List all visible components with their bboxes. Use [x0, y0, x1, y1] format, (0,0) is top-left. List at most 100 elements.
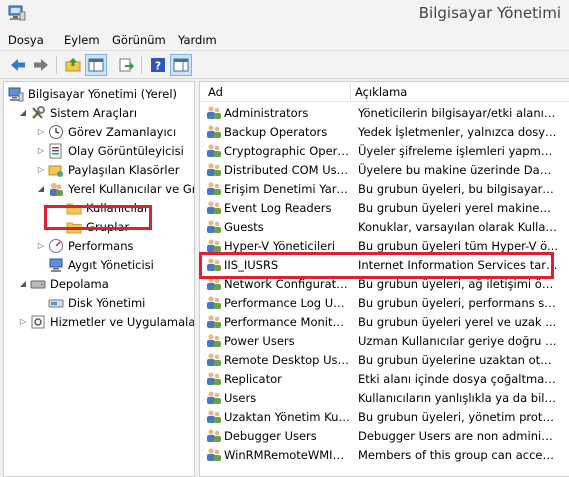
group-name: Power Users — [224, 333, 295, 348]
collapsed-arrow-icon[interactable]: ▷ — [36, 241, 46, 250]
collapsed-arrow-icon[interactable]: ▷ — [18, 317, 28, 326]
tree-item-performance[interactable]: ▷ Performans — [36, 236, 133, 255]
help-button[interactable]: ? — [147, 54, 169, 76]
group-description: Bu grubun üyeleri, bu bilgisayard... — [358, 181, 558, 196]
group-icon — [207, 448, 221, 461]
group-row[interactable]: Debugger Users Debugger Users are non adm… — [200, 426, 569, 445]
group-icon — [207, 296, 221, 309]
group-icon — [207, 125, 221, 138]
group-name: Users — [224, 390, 257, 405]
device-manager-icon — [49, 258, 63, 272]
group-icon — [207, 220, 221, 233]
tree-label: Disk Yönetimi — [68, 295, 146, 310]
tree-item-computer-management[interactable]: Bilgisayar Yönetimi (Yerel) — [8, 84, 177, 103]
forward-button[interactable] — [30, 54, 52, 76]
window-title: Bilgisayar Yönetimi — [418, 4, 561, 22]
event-viewer-icon — [49, 143, 62, 158]
groups-list: Ad Açıklama Administrators Yöneticilerin … — [199, 81, 569, 477]
group-description: Kullanıcıların yanlışlıkla ya da bile... — [358, 390, 558, 405]
show-hide-action-pane-button[interactable] — [170, 54, 192, 76]
group-row[interactable]: Erişim Denetimi Yardı... Bu grubun üyeler… — [200, 179, 569, 198]
column-header-name[interactable]: Ad — [208, 85, 223, 99]
group-icon — [207, 410, 221, 423]
menu-help[interactable]: Yardım — [178, 33, 217, 47]
tree-item-local-users-groups[interactable]: ◢ Yerel Kullanıcılar ve Gru — [36, 179, 194, 198]
export-list-button[interactable] — [115, 54, 137, 76]
tree-label: Görev Zamanlayıcı — [68, 124, 177, 139]
shared-folder-icon — [48, 165, 63, 177]
group-name: Uzaktan Yönetim Kull... — [224, 409, 350, 424]
tree-item-services-applications[interactable]: ▷ Hizmetler ve Uygulamalar — [18, 312, 194, 331]
show-hide-tree-button[interactable] — [85, 54, 107, 76]
menu-view[interactable]: Görünüm — [112, 33, 166, 47]
group-icon — [207, 334, 221, 347]
group-row[interactable]: Performance Monitor ... Bu grubun üyeleri… — [200, 312, 569, 331]
group-name: Performance Log Users — [224, 295, 350, 310]
tree-label: Performans — [68, 238, 134, 253]
help-icon: ? — [151, 58, 165, 73]
group-row[interactable]: Cryptographic Operat... Üyeler şifreleme … — [200, 141, 569, 160]
group-icon — [207, 239, 221, 252]
group-row[interactable]: WinRMRemoteWMIU... Members of this group … — [200, 445, 569, 464]
tools-icon — [32, 105, 45, 119]
tree-item-system-tools[interactable]: ◢ Sistem Araçları — [18, 103, 137, 122]
group-name: Backup Operators — [224, 124, 328, 139]
group-row[interactable]: Backup Operators Yedek İşletmenler, yalnı… — [200, 122, 569, 141]
group-row[interactable]: Replicator Etki alanı içinde dosya çoğalt… — [200, 369, 569, 388]
back-button[interactable] — [7, 54, 29, 76]
action-pane-icon — [173, 58, 189, 72]
group-name: Performance Monitor ... — [224, 314, 350, 329]
group-name: Distributed COM Users — [224, 162, 350, 177]
group-row[interactable]: Power Users Uzman Kullanıcılar geriye doğ… — [200, 331, 569, 350]
tree-item-task-scheduler[interactable]: ▷ Görev Zamanlayıcı — [36, 122, 176, 141]
expanded-arrow-icon[interactable]: ◢ — [18, 279, 28, 288]
toolbar: ? — [0, 51, 569, 79]
group-row[interactable]: Uzaktan Yönetim Kull... Bu grubun üyeleri… — [200, 407, 569, 426]
collapsed-arrow-icon[interactable]: ▷ — [36, 165, 46, 174]
tree-label: Bilgisayar Yönetimi (Yerel) — [28, 86, 177, 101]
group-name: Guests — [224, 219, 264, 234]
expanded-arrow-icon[interactable]: ◢ — [18, 108, 28, 117]
clock-icon — [49, 124, 63, 139]
group-row[interactable]: Users Kullanıcıların yanlışlıkla ya da bi… — [200, 388, 569, 407]
tree-label: Depolama — [50, 276, 109, 291]
export-icon — [119, 58, 134, 72]
group-description: Etki alanı içinde dosya çoğaltması... — [358, 371, 558, 386]
group-icon — [207, 182, 221, 195]
expanded-arrow-icon[interactable]: ◢ — [36, 184, 46, 193]
computer-icon — [8, 87, 24, 101]
up-level-button[interactable] — [62, 54, 84, 76]
group-name: Replicator — [224, 371, 282, 386]
menu-file[interactable]: Dosya — [8, 33, 44, 47]
tree-label: Olay Görüntüleyicisi — [68, 143, 184, 158]
tree-item-disk-management[interactable]: Disk Yönetimi — [48, 293, 145, 312]
group-description: Yedek İşletmenler, yalnızca dosya ... — [358, 124, 558, 139]
disk-icon — [48, 299, 64, 307]
tree-label: Sistem Araçları — [50, 105, 138, 120]
tree-item-device-manager[interactable]: Aygıt Yöneticisi — [48, 255, 154, 274]
group-name: Erişim Denetimi Yardı... — [224, 181, 350, 196]
group-row[interactable]: Guests Konuklar, varsayılan olarak Kullan… — [200, 217, 569, 236]
tree-item-storage-row[interactable]: ◢ Depolama — [18, 274, 109, 293]
group-row[interactable]: Distributed COM Users Üyelere bu makine ü… — [200, 160, 569, 179]
group-row[interactable]: Performance Log Users Bu grubun üyeleri, … — [200, 293, 569, 312]
group-description: Üyeler şifreleme işlemleri yapmay... — [358, 143, 558, 158]
highlight-box-iis-iusrs — [199, 252, 554, 279]
group-description: Üyelere bu makine üzerinde Dağıt... — [358, 162, 558, 177]
group-description: Bu grubun üyeleri tüm Hyper-V ö... — [358, 238, 558, 253]
group-icon — [207, 353, 221, 366]
collapsed-arrow-icon[interactable]: ▷ — [36, 146, 46, 155]
tree-item-event-viewer[interactable]: ▷ Olay Görüntüleyicisi — [36, 141, 184, 160]
title-bar: Bilgisayar Yönetimi — [0, 0, 569, 29]
tree-item-shared-folders[interactable]: ▷ Paylaşılan Klasörler — [36, 160, 179, 179]
console-tree: Bilgisayar Yönetimi (Yerel) ◢ Sistem Ara… — [3, 81, 195, 477]
group-icon — [207, 106, 221, 119]
menu-bar: Dosya Eylem Görünüm Yardım — [0, 29, 569, 51]
group-row[interactable]: Remote Desktop Users Bu grubun üyelerine … — [200, 350, 569, 369]
column-header-description[interactable]: Açıklama — [355, 85, 407, 99]
group-row[interactable]: Administrators Yöneticilerin bilgisayar/e… — [200, 103, 569, 122]
menu-action[interactable]: Eylem — [64, 33, 100, 47]
group-row[interactable]: Event Log Readers Bu grubun üyeleri yerel… — [200, 198, 569, 217]
collapsed-arrow-icon[interactable]: ▷ — [36, 127, 46, 136]
group-name: Administrators — [224, 105, 309, 120]
